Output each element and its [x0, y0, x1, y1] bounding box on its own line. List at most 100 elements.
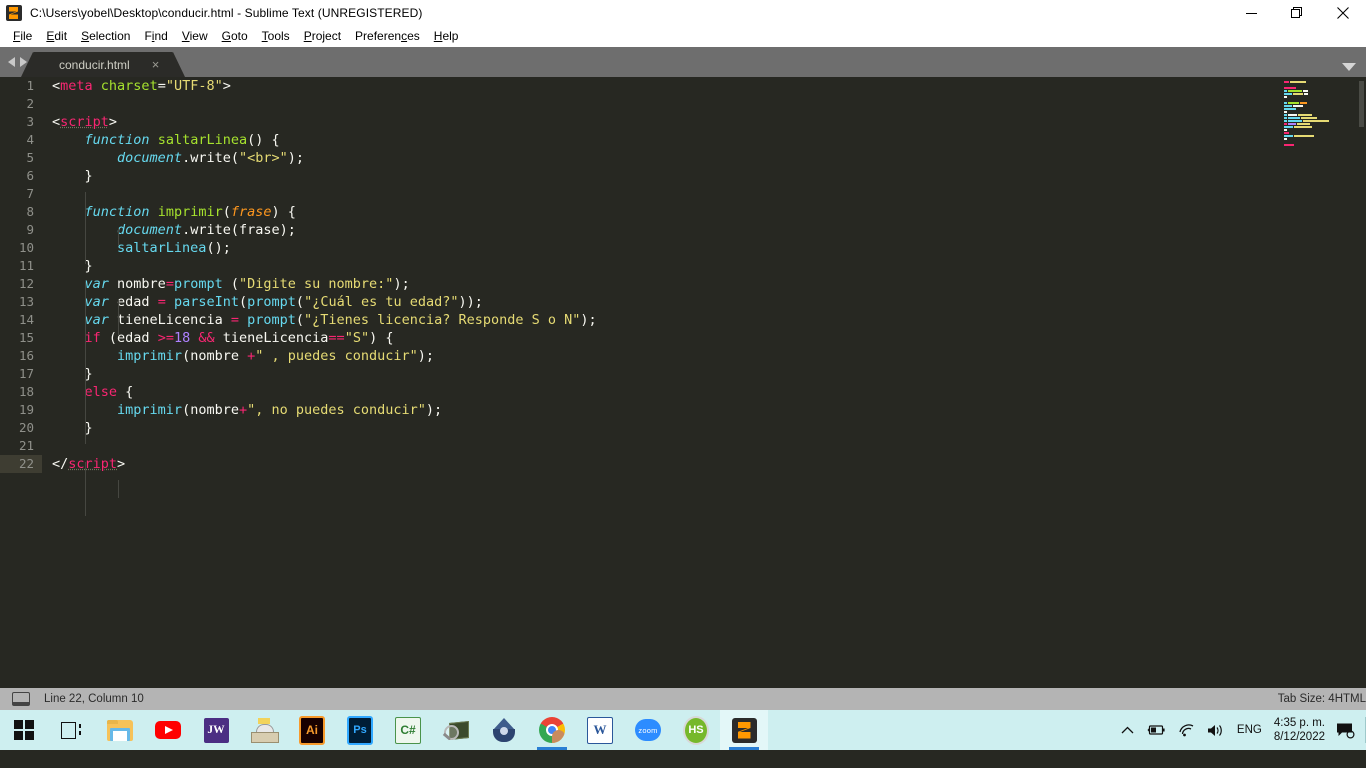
language-indicator[interactable]: ENG — [1231, 710, 1268, 750]
minimap-segment — [1284, 138, 1287, 140]
close-icon[interactable] — [1320, 0, 1366, 26]
start-button[interactable] — [0, 710, 48, 750]
line-content: var edad = parseInt(prompt("¿Cuál es tu … — [84, 294, 483, 310]
code-line[interactable]: 16 imprimir(nombre +" , puedes conducir"… — [0, 347, 1366, 365]
code-line[interactable]: 4 function saltarLinea() { — [0, 131, 1366, 149]
line-number: 4 — [26, 132, 34, 147]
menu-tools[interactable]: Tools — [255, 27, 297, 46]
code-lines[interactable]: 1 <meta charset="UTF-8"> 2 3 <script> 4 funct… — [0, 77, 1366, 473]
minimap-line — [1284, 93, 1356, 95]
code-line[interactable]: 1 <meta charset="UTF-8"> — [0, 77, 1366, 95]
code-line[interactable]: 14 var tieneLicencia = prompt("¿Tienes l… — [0, 311, 1366, 329]
window-controls — [1228, 0, 1366, 26]
file-explorer-button[interactable] — [96, 710, 144, 750]
menu-project[interactable]: Project — [297, 27, 348, 46]
minimap-line — [1284, 126, 1356, 128]
menu-file[interactable]: File — [6, 27, 39, 46]
line-content: imprimir(nombre +" , puedes conducir"); — [117, 348, 435, 364]
line-number: 17 — [18, 366, 34, 381]
photoshop-button[interactable]: Ps — [336, 710, 384, 750]
tab-label: conducir.html — [59, 57, 130, 72]
code-line[interactable]: 3 <script> — [0, 113, 1366, 131]
chrome-button[interactable] — [528, 710, 576, 750]
code-line[interactable]: 2 — [0, 95, 1366, 113]
minimap-segment — [1290, 81, 1306, 83]
indent-guide — [85, 282, 86, 444]
sublime-text-button[interactable] — [720, 710, 768, 750]
wifi-icon[interactable] — [1172, 710, 1201, 750]
menu-help[interactable]: Help — [427, 27, 466, 46]
line-number: 16 — [18, 348, 34, 363]
line-number: 6 — [26, 168, 34, 183]
code-line[interactable]: 12 var nombre=prompt ("Digite su nombre:… — [0, 275, 1366, 293]
menu-goto[interactable]: Goto — [215, 27, 255, 46]
line-content: function imprimir(frase) { — [84, 204, 296, 220]
illustrator-button[interactable]: Ai — [288, 710, 336, 750]
code-line[interactable]: 19 imprimir(nombre+", no puedes conducir… — [0, 401, 1366, 419]
sidebar-toggle-icon[interactable] — [12, 692, 30, 706]
code-line[interactable]: 5 document.write("<br>"); — [0, 149, 1366, 167]
menu-selection[interactable]: Selection — [74, 27, 137, 46]
clock[interactable]: 4:35 p. m. 8/12/2022 — [1268, 710, 1335, 750]
tab-conducir-html[interactable]: conducir.html × — [20, 52, 186, 77]
minimap-segment — [1284, 135, 1293, 137]
minimap-line — [1284, 84, 1356, 86]
minimap[interactable] — [1284, 81, 1364, 146]
menu-find[interactable]: Find — [137, 27, 174, 46]
code-line[interactable]: 8 function imprimir(frase) { — [0, 203, 1366, 221]
close-icon[interactable]: × — [152, 58, 160, 71]
line-number: 9 — [26, 222, 34, 237]
library-button[interactable] — [240, 710, 288, 750]
jw-library-button[interactable]: JW — [192, 710, 240, 750]
line-content: saltarLinea(); — [117, 240, 231, 256]
menu-view[interactable]: View — [175, 27, 215, 46]
minimap-segment — [1284, 102, 1287, 104]
task-view-button[interactable] — [48, 710, 96, 750]
notification-center-icon[interactable] — [1335, 710, 1365, 750]
task-view-icon — [59, 717, 85, 743]
minimap-line — [1284, 114, 1356, 116]
show-hidden-icons-chevron[interactable] — [1115, 710, 1140, 750]
minimap-segment — [1284, 93, 1292, 95]
code-line[interactable]: 13 var edad = parseInt(prompt("¿Cuál es … — [0, 293, 1366, 311]
code-line[interactable]: 7 — [0, 185, 1366, 203]
csharp-button[interactable]: C# — [384, 710, 432, 750]
minimap-scrollbar[interactable] — [1359, 81, 1364, 127]
minimap-line — [1284, 117, 1356, 119]
clock-date: 8/12/2022 — [1273, 731, 1325, 743]
code-line[interactable]: 10 saltarLinea(); — [0, 239, 1366, 257]
code-line[interactable]: 11 } — [0, 257, 1366, 275]
menu-preferences[interactable]: Preferences — [348, 27, 427, 46]
heidisql-button[interactable]: HS — [672, 710, 720, 750]
restore-icon[interactable] — [1274, 0, 1320, 26]
chevron-down-icon[interactable] — [1342, 63, 1356, 71]
youtube-button[interactable] — [144, 710, 192, 750]
menu-edit[interactable]: Edit — [39, 27, 74, 46]
virtualbox-button[interactable] — [480, 710, 528, 750]
code-line[interactable]: 20 } — [0, 419, 1366, 437]
minimap-segment — [1284, 117, 1287, 119]
minimap-segment — [1284, 108, 1296, 110]
tab-size-indicator[interactable]: Tab Size: 4 — [1278, 693, 1335, 705]
syntax-indicator[interactable]: HTML — [1335, 693, 1366, 705]
code-line[interactable]: 6 } — [0, 167, 1366, 185]
code-line[interactable]: 15 if (edad >=18 && tieneLicencia=="S") … — [0, 329, 1366, 347]
word-button[interactable]: W — [576, 710, 624, 750]
title-bar: C:\Users\yobel\Desktop\conducir.html - S… — [0, 0, 1366, 26]
line-content — [42, 95, 52, 113]
folder-icon — [107, 717, 133, 743]
speaker-icon[interactable] — [1201, 710, 1231, 750]
code-line[interactable]: 21 — [0, 437, 1366, 455]
chevron-left-icon[interactable] — [8, 57, 15, 67]
code-line[interactable]: 9 document.write(frase); — [0, 221, 1366, 239]
code-line[interactable]: 17 } — [0, 365, 1366, 383]
zoom-button[interactable]: zoom — [624, 710, 672, 750]
code-line[interactable]: 22 </script> — [0, 455, 1366, 473]
code-line[interactable]: 18 else { — [0, 383, 1366, 401]
virtualbox-icon — [491, 717, 517, 743]
minimize-icon[interactable] — [1228, 0, 1274, 26]
inspect-tool-button[interactable] — [432, 710, 480, 750]
battery-charging-icon[interactable] — [1140, 710, 1172, 750]
code-editor[interactable]: 1 <meta charset="UTF-8"> 2 3 <script> 4 funct… — [0, 77, 1366, 688]
line-content: if (edad >=18 && tieneLicencia=="S") { — [84, 330, 394, 346]
